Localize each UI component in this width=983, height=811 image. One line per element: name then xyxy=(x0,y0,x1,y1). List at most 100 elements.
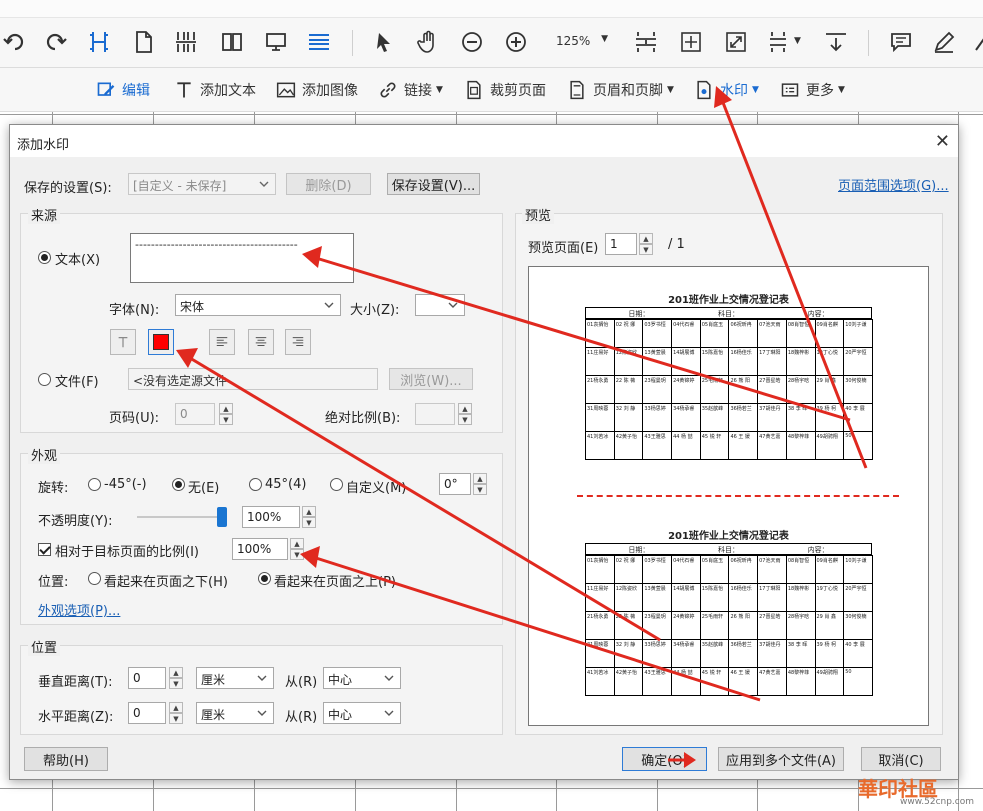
preview-page-input[interactable]: 1 xyxy=(605,233,637,255)
rotation-spinner[interactable]: ▲ ▼ xyxy=(473,473,487,495)
preview-table-cell: 13黄萱晨 xyxy=(642,583,673,612)
watermark-button[interactable]: 水印 ▼ xyxy=(694,78,759,102)
page-icon[interactable] xyxy=(130,28,158,56)
preview-table-cell: 35赵歆峰 xyxy=(699,403,730,432)
preview-table-cell: 12陈姿欣 xyxy=(613,347,644,376)
rotation-custom-label: 自定义(M) xyxy=(346,481,407,496)
zoom-in-icon[interactable] xyxy=(502,28,530,56)
help-button[interactable]: 帮助(H) xyxy=(24,747,108,771)
absolute-scale-input[interactable] xyxy=(415,403,455,425)
file-source-radio[interactable] xyxy=(38,373,51,386)
header-footer-button[interactable]: 页眉和页脚 ▼ xyxy=(567,78,674,102)
zoom-out-icon[interactable] xyxy=(458,28,486,56)
horizontal-from-select[interactable]: 中心 xyxy=(323,702,401,724)
horizontal-distance-spinner[interactable]: ▲ ▼ xyxy=(169,702,183,724)
size-select[interactable] xyxy=(415,294,465,316)
pen-icon[interactable] xyxy=(930,28,958,56)
horizontal-unit-select[interactable]: 厘米 xyxy=(196,702,274,724)
chevron-down-icon xyxy=(448,302,458,308)
page-number-input[interactable]: 0 xyxy=(175,403,215,425)
zoom-select[interactable]: 125% ▼ xyxy=(548,32,612,52)
rotation-custom-input[interactable]: 0° xyxy=(439,473,471,495)
align-right-button[interactable] xyxy=(285,329,311,355)
add-image-label: 添加图像 xyxy=(302,83,358,99)
redo-icon[interactable] xyxy=(0,28,28,56)
slider-thumb[interactable] xyxy=(217,507,227,527)
fit-page-icon[interactable] xyxy=(722,28,750,56)
on-top-page-radio[interactable] xyxy=(258,572,271,585)
save-settings-button[interactable]: 保存设置(V)... xyxy=(387,173,480,195)
preview-table-cell: 10刘子谦 xyxy=(843,319,873,348)
preview-table-cell: 33杨思婷 xyxy=(642,639,673,668)
close-icon[interactable]: ✕ xyxy=(935,131,950,152)
horizontal-distance-input[interactable]: 0 xyxy=(128,702,166,724)
rotation-neg45-radio[interactable] xyxy=(88,478,101,491)
preview-page-spinner[interactable]: ▲ ▼ xyxy=(639,233,653,255)
horizontal-distance-value: 0 xyxy=(133,706,141,720)
saved-settings-select[interactable]: [自定义 - 未保存] xyxy=(128,173,276,195)
more-button[interactable]: 更多 ▼ xyxy=(780,78,845,102)
vertical-unit-select[interactable]: 厘米 xyxy=(196,667,274,689)
text-source-radio[interactable] xyxy=(38,251,51,264)
behind-page-radio[interactable] xyxy=(88,572,101,585)
split-pages-icon[interactable] xyxy=(172,28,200,56)
ok-button[interactable]: 确定(O) xyxy=(622,747,707,771)
font-select[interactable]: 宋体 xyxy=(175,294,341,316)
text-style-button[interactable] xyxy=(110,329,136,355)
preview-sheet-meta: 日期： 科目： 内容： xyxy=(585,307,872,319)
vertical-distance-input[interactable]: 0 xyxy=(128,667,166,689)
vertical-from-select[interactable]: 中心 xyxy=(323,667,401,689)
page-range-options-link[interactable]: 页面范围选项(G)... xyxy=(838,175,949,194)
opacity-spinner[interactable]: ▲ ▼ xyxy=(302,506,316,528)
rotation-custom-radio[interactable] xyxy=(330,478,343,491)
preview-table-cell: 34杨承睿 xyxy=(671,639,701,668)
relative-scale-input[interactable]: 100% xyxy=(232,538,288,560)
opacity-slider[interactable] xyxy=(137,507,227,527)
browse-button[interactable]: 浏览(W)... xyxy=(389,368,473,390)
preview-page-label: 预览页面(E) xyxy=(528,241,599,256)
delete-button[interactable]: 删除(D) xyxy=(286,173,371,195)
page-number-spinner[interactable]: ▲ ▼ xyxy=(219,403,233,425)
align-left-button[interactable] xyxy=(209,329,235,355)
preview-table-cell: 27晋星皓 xyxy=(757,375,787,404)
crop-pages-button[interactable]: 裁剪页面 xyxy=(464,78,546,102)
select-arrow-icon[interactable] xyxy=(370,28,398,56)
add-text-button[interactable]: 添加文本 xyxy=(174,78,256,102)
monitor-icon[interactable] xyxy=(262,28,290,56)
cancel-button[interactable]: 取消(C) xyxy=(861,747,941,771)
relative-scale-checkbox[interactable] xyxy=(38,543,51,556)
move-icon[interactable] xyxy=(677,28,705,56)
rotation-none-radio[interactable] xyxy=(172,478,185,491)
vertical-distance-label: 垂直距离(T): xyxy=(38,675,113,690)
add-image-button[interactable]: 添加图像 xyxy=(276,78,358,102)
rotation-pos45-label: 45°(4) xyxy=(265,477,307,492)
undo-icon[interactable] xyxy=(42,28,70,56)
rotation-pos45-radio[interactable] xyxy=(249,478,262,491)
preview-table-cell: 04代石睿 xyxy=(671,555,701,584)
relative-scale-spinner[interactable]: ▲ ▼ xyxy=(290,538,304,560)
appearance-options-link[interactable]: 外观选项(P)... xyxy=(38,600,120,619)
align-center-button[interactable] xyxy=(248,329,274,355)
hand-tool-icon[interactable] xyxy=(414,28,442,56)
download-icon[interactable] xyxy=(822,28,850,56)
preview-table-cell: 12陈姿欣 xyxy=(613,583,644,612)
sign-icon[interactable] xyxy=(968,28,983,56)
image-icon xyxy=(276,82,296,98)
chevron-down-icon[interactable]: ▼ xyxy=(794,36,801,46)
source-file-input[interactable]: <没有选定源文件 xyxy=(128,368,378,390)
scroll-mode-icon[interactable] xyxy=(305,28,333,56)
vertical-distance-spinner[interactable]: ▲ ▼ xyxy=(169,667,183,689)
opacity-input[interactable]: 100% xyxy=(242,506,300,528)
link-button[interactable]: 链接 ▼ xyxy=(378,78,443,102)
watermark-text-input[interactable]: ----------------------------------------… xyxy=(130,233,354,283)
comment-icon[interactable] xyxy=(887,28,915,56)
insert-page-icon[interactable] xyxy=(632,28,660,56)
text-color-button[interactable] xyxy=(148,329,174,355)
crop-page-tool-icon[interactable] xyxy=(85,28,113,56)
color-swatch xyxy=(153,334,169,350)
two-page-view-icon[interactable] xyxy=(218,28,246,56)
absolute-scale-spinner[interactable]: ▲ ▼ xyxy=(458,403,472,425)
apply-multiple-files-button[interactable]: 应用到多个文件(A) xyxy=(718,747,844,771)
edit-button[interactable]: 编辑 xyxy=(96,78,150,102)
page-layout-icon[interactable] xyxy=(766,28,794,56)
